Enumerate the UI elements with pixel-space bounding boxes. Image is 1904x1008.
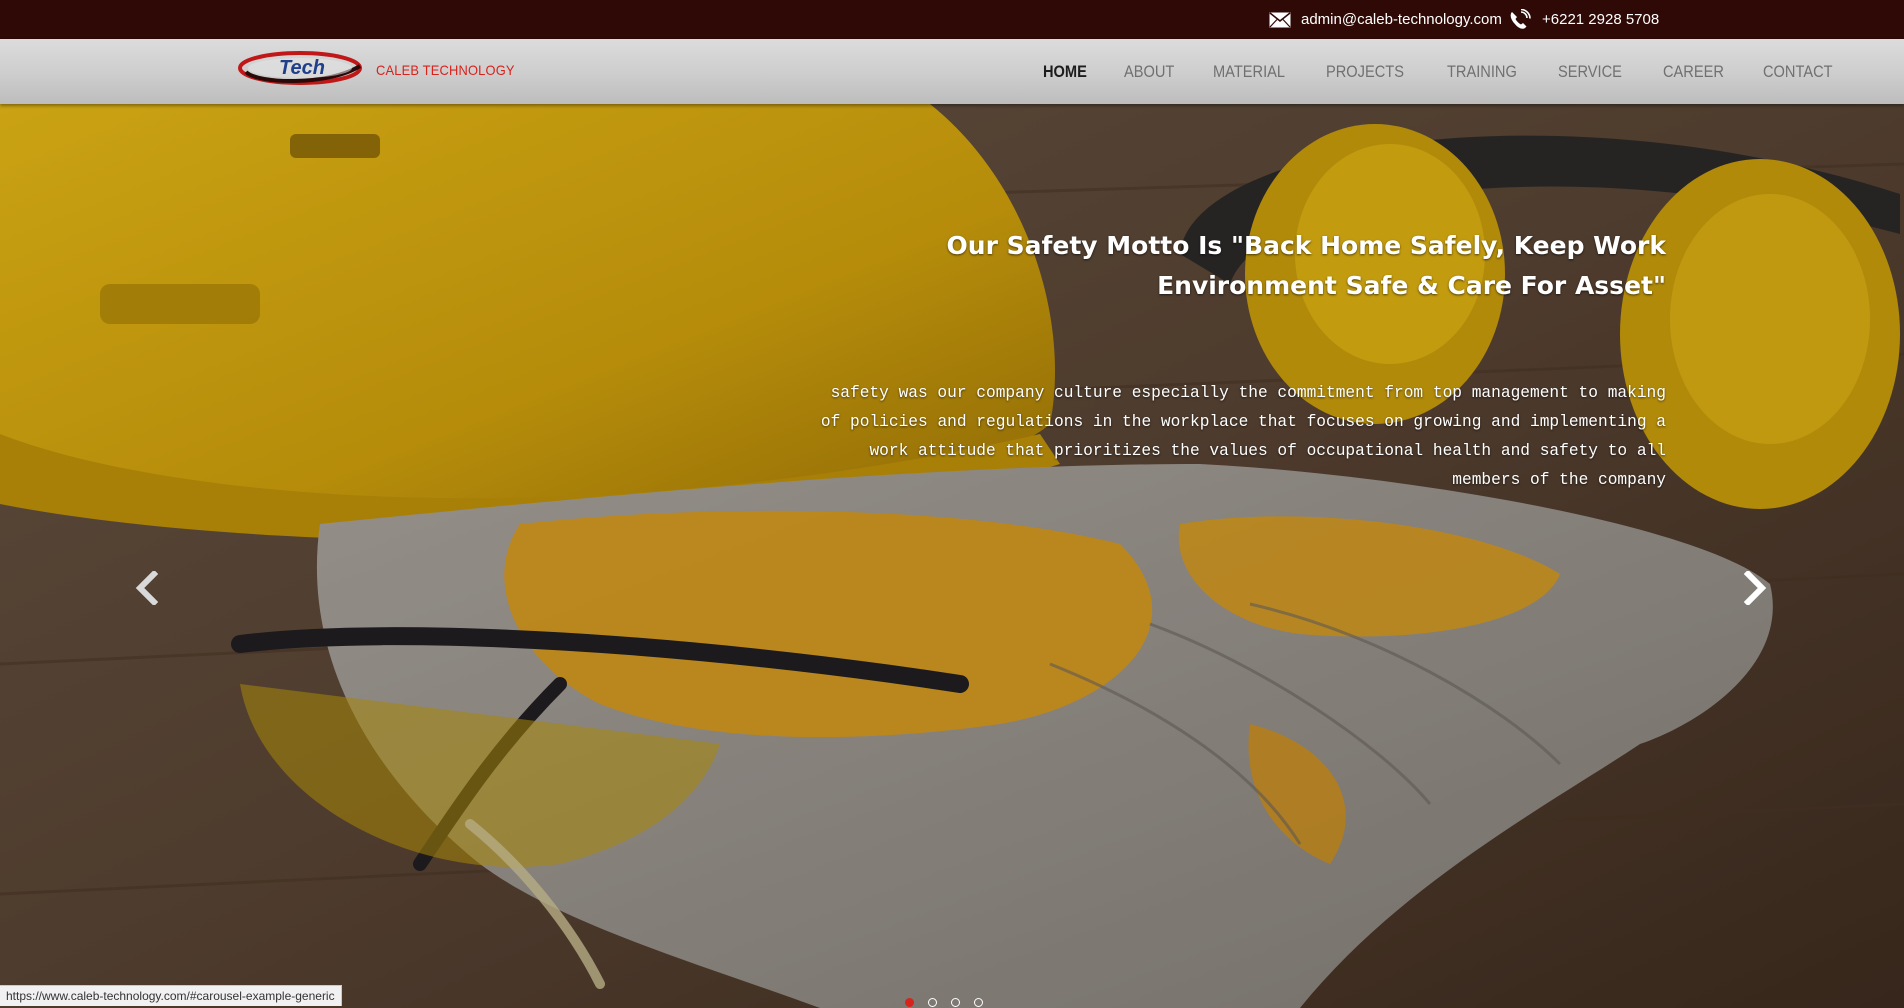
chevron-left-icon [134, 569, 159, 610]
envelope-icon [1269, 11, 1291, 28]
nav-item-career[interactable]: CAREER [1663, 62, 1724, 82]
nav-item-training[interactable]: TRAINING [1447, 62, 1517, 82]
site-logo[interactable]: Tech CALEB TECHNOLOGY [238, 50, 527, 91]
phone-text: +6221 2928 5708 [1542, 11, 1660, 28]
carousel-indicators [905, 998, 983, 1007]
main-nav: HOME ABOUT MATERIAL PROJECTS TRAINING SE… [1043, 39, 1874, 104]
hero-carousel: Our Safety Motto Is "Back Home Safely, K… [0, 104, 1904, 1008]
site-header: Tech CALEB TECHNOLOGY HOME ABOUT MATERIA… [0, 39, 1904, 104]
phone-link[interactable]: +6221 2928 5708 [1508, 0, 1659, 39]
nav-item-about[interactable]: ABOUT [1124, 62, 1174, 82]
carousel-next-button[interactable] [1736, 564, 1776, 616]
logo-wordmark: Tech [279, 57, 325, 79]
nav-item-material[interactable]: MATERIAL [1213, 62, 1285, 82]
hero-description: safety was our company culture especiall… [820, 384, 1666, 489]
link-status-bar: https://www.caleb-technology.com/#carous… [0, 985, 342, 1006]
top-contact-bar: admin@caleb-technology.com +6221 2928 57… [0, 0, 1904, 39]
logo-emblem: Tech [238, 50, 366, 91]
nav-item-service[interactable]: SERVICE [1558, 62, 1622, 82]
email-text: admin@caleb-technology.com [1301, 11, 1502, 28]
carousel-prev-button[interactable] [126, 564, 166, 616]
carousel-indicator-1[interactable] [905, 998, 914, 1007]
nav-item-home[interactable]: HOME [1043, 62, 1087, 82]
nav-item-contact[interactable]: CONTACT [1763, 62, 1833, 82]
carousel-indicator-2[interactable] [928, 998, 937, 1007]
hero-title: Our Safety Motto Is "Back Home Safely, K… [946, 231, 1666, 300]
phone-icon [1508, 8, 1532, 31]
brand-name: CALEB TECHNOLOGY [376, 62, 515, 78]
email-link[interactable]: admin@caleb-technology.com [1269, 0, 1502, 39]
carousel-indicator-3[interactable] [951, 998, 960, 1007]
nav-item-projects[interactable]: PROJECTS [1326, 62, 1404, 82]
carousel-indicator-4[interactable] [974, 998, 983, 1007]
chevron-right-icon [1743, 569, 1768, 610]
